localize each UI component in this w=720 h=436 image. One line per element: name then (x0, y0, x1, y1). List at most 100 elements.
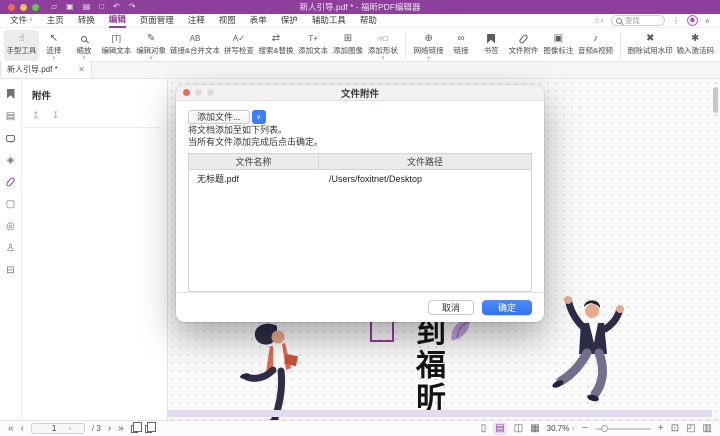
toolbar-file-attachment[interactable]: 文件附件∨ (506, 30, 541, 61)
print-button[interactable]: ▤ (83, 0, 91, 14)
column-header-file-name[interactable]: 文件名称 (189, 154, 319, 169)
open-folder-button[interactable]: ▱ (51, 0, 57, 14)
menu-view[interactable]: 视图 (219, 14, 236, 28)
redo-button[interactable]: ↷ (129, 0, 136, 14)
close-button[interactable] (8, 4, 15, 11)
toolbar-bookmark[interactable]: 书签∨ (476, 30, 506, 61)
attachment-table: 文件名称 文件路径 无标题.pdf/Users/foxitnet/Desktop (188, 153, 532, 292)
toolbar-item-label: 手型工具 (6, 46, 36, 55)
toolbar-link-merge-text[interactable]: AB链接&合并文本∨ (169, 30, 222, 61)
double-chevron-right-icon: » (118, 422, 124, 435)
menu-convert[interactable]: 转换 (78, 14, 95, 28)
sidebar-item-form-fields[interactable]: ⊟ (3, 263, 19, 277)
next-view-button[interactable] (145, 425, 152, 433)
menu-accessibility[interactable]: 辅助工具 (312, 14, 346, 28)
toolbar-search-replace[interactable]: ⇄搜索&替换∨ (256, 30, 295, 61)
zoom-in-button[interactable]: + (658, 422, 664, 435)
next-page-button[interactable]: › (108, 422, 111, 435)
toolbar-spell-check[interactable]: A✓拼写检查∨ (221, 30, 256, 61)
previous-view-button[interactable] (131, 425, 138, 433)
document-tab[interactable]: 新人引导.pdf * ✕ (0, 61, 92, 78)
ok-button[interactable]: 确定 (482, 300, 532, 315)
zoom-slider[interactable] (595, 428, 651, 430)
fit-page-button[interactable]: ⊡ (671, 422, 679, 435)
account-avatar[interactable]: ☻ (687, 15, 698, 26)
zoom-out-button[interactable]: − (582, 422, 588, 435)
menu-page-manage[interactable]: 页面管理 (140, 14, 174, 28)
sidebar-item-page-thumbnails[interactable]: ▤ (3, 109, 19, 123)
document-tab-label: 新人引导.pdf * (7, 64, 58, 75)
toolbar-hand-tool[interactable]: ☝手型工具∨ (4, 30, 39, 61)
toolbar-web-link[interactable]: ⊕网络链接∨ (411, 30, 446, 61)
search-input[interactable]: 查找 (611, 15, 665, 26)
file-attachment-dialog: 文件附件 添加文件... ∨ 将文档添加至如下列表。 当所有文件添加完成后点击确… (176, 85, 544, 322)
zoom-button[interactable] (32, 4, 39, 11)
vertical-scrollbar[interactable] (713, 87, 718, 113)
continuous-view-button[interactable]: ▤ (493, 422, 506, 435)
undo-button[interactable]: ↶ (113, 0, 120, 14)
toolbar-add-text[interactable]: T+添加文本∨ (296, 30, 331, 61)
single-page-view-button[interactable]: ▯ (481, 422, 487, 435)
sidebar-item-destinations[interactable]: ◎ (3, 219, 19, 233)
page-total-label: / 3 (92, 424, 101, 433)
sidebar-item-layers[interactable]: ◈ (3, 153, 19, 167)
fit-width-button[interactable]: ▥ (703, 422, 712, 435)
collapse-ribbon-button[interactable]: ∧ (705, 17, 710, 25)
toolbar-add-shape[interactable]: ○□添加形状∨ (365, 30, 400, 61)
menu-file[interactable]: 文件∨ (10, 14, 33, 28)
upload-attachment-button[interactable]: ↥ (32, 110, 40, 121)
new-doc-button[interactable]: □ (99, 0, 104, 14)
dialog-close-button[interactable] (183, 89, 190, 96)
close-tab-icon[interactable]: ✕ (78, 65, 85, 74)
sidebar-item-portfolio[interactable]: ▢ (3, 197, 19, 211)
zoom-slider-handle[interactable] (601, 425, 608, 432)
pages-icon: ▤ (6, 110, 15, 123)
toolbar-remove-trial-watermark[interactable]: ✖删除试用水印∨ (626, 30, 674, 61)
add-file-dropdown-button[interactable]: ∨ (252, 110, 266, 124)
menu-comment[interactable]: 注释 (188, 14, 205, 28)
last-page-button[interactable]: » (118, 422, 124, 435)
toolbar-separator (405, 32, 406, 58)
toolbar-image-callout[interactable]: ▣图像标注∨ (541, 30, 576, 61)
menu-items: 文件∨ 主页转换编辑页面管理注释视图表单保护辅助工具帮助 (10, 14, 377, 28)
toolbar-zoom[interactable]: 缩放∨ (69, 30, 99, 61)
toolbar-audio-video[interactable]: ♪音频&视频∨ (576, 30, 615, 61)
sidebar-item-bookmarks[interactable] (3, 87, 19, 101)
toolbar-edit-object[interactable]: ✎编辑对象∨ (134, 30, 169, 61)
menu-form[interactable]: 表单 (250, 14, 267, 28)
toolbar-add-image[interactable]: ⊞添加图像∨ (331, 30, 366, 61)
open-attachment-button[interactable]: ↧ (52, 110, 60, 121)
quick-hand-tool-button[interactable]: ☝ ∨ (594, 16, 604, 25)
menu-edit[interactable]: 编辑 (109, 14, 126, 28)
cancel-button[interactable]: 取消 (428, 300, 474, 315)
toolbar-edit-text[interactable]: [T]编辑文本∨ (99, 30, 134, 61)
menu-home[interactable]: 主页 (47, 14, 64, 28)
prev-page-button[interactable]: ‹ (21, 422, 24, 435)
first-page-button[interactable]: « (8, 422, 14, 435)
more-options-button[interactable]: ⋮ (672, 16, 680, 25)
plus-icon: + (658, 422, 664, 435)
page-number-input[interactable]: ∨ (31, 423, 85, 434)
fullscreen-button[interactable]: ◰ (686, 422, 695, 435)
table-row[interactable]: 无标题.pdf/Users/foxitnet/Desktop (189, 170, 531, 187)
sidebar-item-attachments[interactable] (3, 175, 19, 189)
sidebar-item-comments[interactable] (3, 131, 19, 145)
facing-view-button[interactable]: ◫ (514, 422, 523, 435)
toolbar-enter-activation-code[interactable]: ✱输入激活码∨ (674, 30, 716, 61)
zoom-level-dropdown[interactable]: 30.7%∨ (547, 424, 575, 433)
toolbar-select[interactable]: ↖选择∨ (39, 30, 69, 61)
minimize-button[interactable] (20, 4, 27, 11)
menu-protect[interactable]: 保护 (281, 14, 298, 28)
double-chevron-left-icon: « (8, 422, 14, 435)
page-number-field[interactable] (44, 424, 64, 433)
toolbar-link[interactable]: ∞链接∨ (446, 30, 476, 61)
sidebar-item-stamps[interactable]: ♙ (3, 241, 19, 255)
facing-continuous-view-button[interactable]: ▦ (530, 422, 539, 435)
toolbar-item-label: 编辑文本 (101, 46, 131, 55)
save-button[interactable]: ▣ (66, 0, 74, 14)
file-path-cell: /Users/foxitnet/Desktop (319, 174, 531, 184)
add-file-button[interactable]: 添加文件... (188, 110, 250, 124)
column-header-file-path[interactable]: 文件路径 (319, 154, 531, 169)
foxit-pdf-editor-window: ▱▣▤□↶↷ 新人引导.pdf * - 福昕PDF编辑器 文件∨主页转换编辑页面… (0, 0, 720, 436)
menu-help[interactable]: 帮助 (360, 14, 377, 28)
